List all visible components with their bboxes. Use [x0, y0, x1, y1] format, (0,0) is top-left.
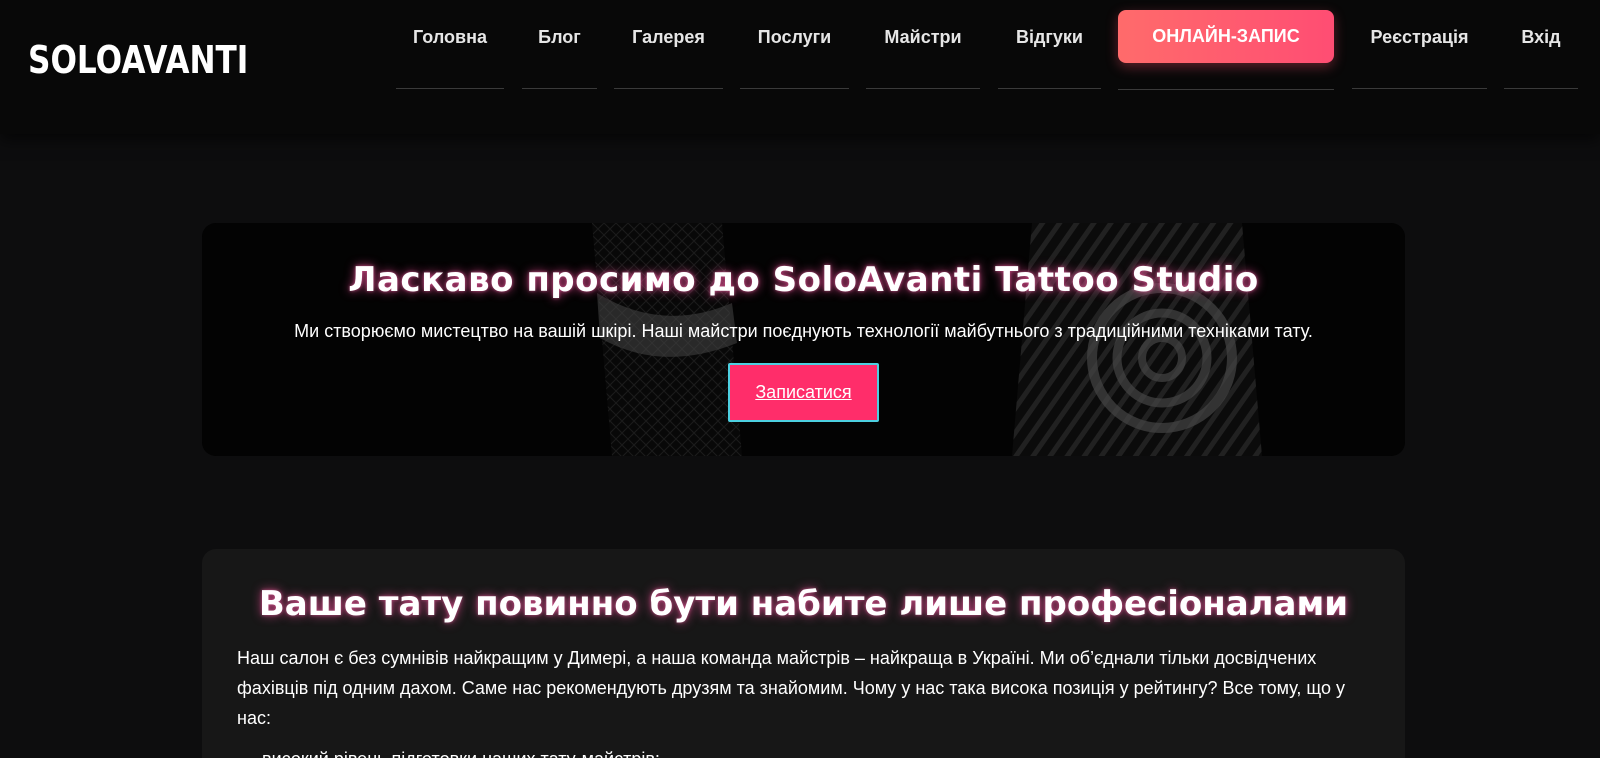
nav-item-register[interactable]: Реєстрація	[1352, 0, 1487, 89]
about-text: Наш салон є без сумнівів найкращим у Дим…	[237, 648, 1345, 728]
online-booking-button[interactable]: ОНЛАЙН-ЗАПИС	[1118, 10, 1334, 63]
about-title: Ваше тату повинно бути набите лише профе…	[258, 584, 1349, 624]
nav-item-services[interactable]: Послуги	[740, 0, 849, 89]
nav-item-login[interactable]: Вхід	[1504, 0, 1578, 89]
hero-title: Ласкаво просимо до SoloAvanti Tattoo Stu…	[348, 260, 1259, 300]
nav-item-gallery[interactable]: Галерея	[614, 0, 723, 89]
nav-item-home[interactable]: Головна	[396, 0, 504, 89]
list-item: високий рівень підготовки наших тату-май…	[262, 744, 1362, 758]
main-nav: Головна Блог Галерея Послуги Майстри Від…	[0, 0, 1600, 90]
nav-item-reviews[interactable]: Відгуки	[998, 0, 1101, 89]
hero-banner: Ласкаво просимо до SoloAvanti Tattoo Stu…	[202, 223, 1405, 456]
about-section: Ваше тату повинно бути набите лише профе…	[202, 549, 1405, 758]
nav-divider	[1118, 89, 1334, 90]
hero-subtitle: Ми створюємо мистецтво на вашій шкірі. Н…	[294, 321, 1313, 341]
site-header: SOLOAVANTI Головна Блог Галерея Послуги …	[0, 0, 1600, 134]
nav-item-masters[interactable]: Майстри	[866, 0, 980, 89]
nav-item-blog[interactable]: Блог	[522, 0, 597, 89]
book-now-button[interactable]: Записатися	[728, 363, 879, 422]
about-list: високий рівень підготовки наших тату-май…	[262, 744, 1362, 758]
